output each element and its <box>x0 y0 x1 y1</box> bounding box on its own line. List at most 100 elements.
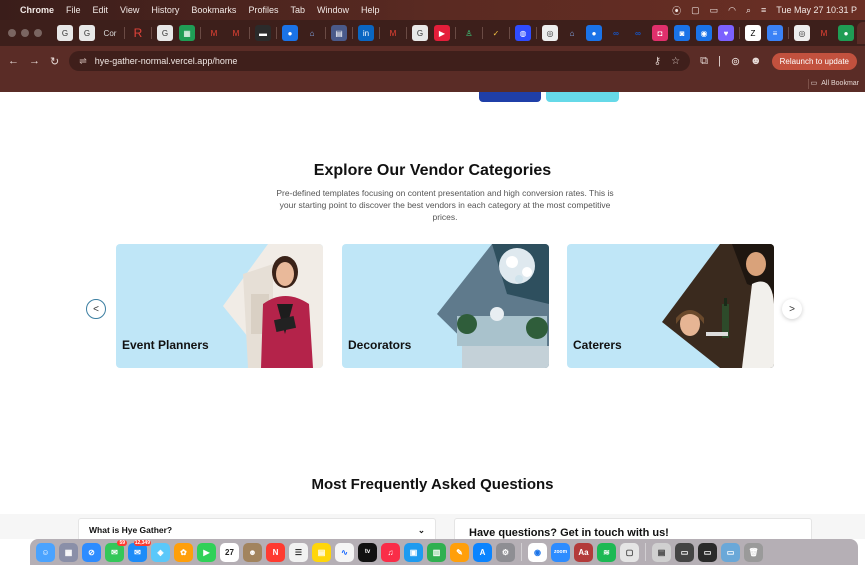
close-window-button[interactable] <box>8 29 16 37</box>
tab-instagram-icon[interactable]: ◘ <box>652 25 668 41</box>
wifi-icon[interactable]: ◠ <box>728 5 736 16</box>
relaunch-update-button[interactable]: Relaunch to update <box>771 52 857 70</box>
spotify-icon[interactable]: ≋ <box>597 542 616 562</box>
profile-sync-icon[interactable]: ⊚ <box>731 55 740 68</box>
tab-home-icon[interactable]: ⌂ <box>564 25 580 41</box>
tab-site-icon[interactable]: ♥ <box>718 25 734 41</box>
menu-view[interactable]: View <box>120 5 139 15</box>
category-card-caterers[interactable]: Caterers <box>567 244 774 368</box>
photos-icon[interactable]: ✿ <box>174 542 193 562</box>
launchpad-icon[interactable]: ▦ <box>59 542 78 562</box>
menubar-clock[interactable]: Tue May 27 10:31 P <box>776 5 857 15</box>
tab-r-icon[interactable]: R <box>130 25 146 41</box>
trash-icon[interactable]: 🗑 <box>744 542 763 562</box>
tab-sheets-icon[interactable]: ▦ <box>179 25 195 41</box>
battery-icon[interactable]: ▭ <box>710 5 719 16</box>
tab-linkedin-icon[interactable]: in <box>358 25 374 41</box>
mail-icon[interactable]: ✉ 12,349 <box>128 539 151 562</box>
extensions-icon[interactable]: ⧉ <box>700 55 708 68</box>
zoom-window-button[interactable] <box>34 29 42 37</box>
tab-zotero-icon[interactable]: Z <box>745 25 761 41</box>
record-icon[interactable]: ⦿ <box>672 4 681 17</box>
tv-icon[interactable]: tv <box>358 542 377 562</box>
calendar-icon[interactable]: 27 <box>220 542 239 562</box>
contacts-icon[interactable]: ☻ <box>243 542 262 562</box>
menubar-app-name[interactable]: Chrome <box>20 5 54 15</box>
tab-google-icon[interactable]: G <box>157 25 173 41</box>
news-icon[interactable]: N <box>266 542 285 562</box>
tab-label[interactable]: Cor <box>101 25 119 41</box>
tab-gmail-icon[interactable]: M <box>816 25 832 41</box>
tab-site-icon[interactable]: ▤ <box>331 25 347 41</box>
downloads-icon[interactable]: ▤ <box>652 542 671 562</box>
category-card-decorators[interactable]: Decorators <box>342 244 549 368</box>
address-bar[interactable]: ⇌ hye-gather-normal.vercel.app/home ⚷ ☆ <box>69 51 691 71</box>
site-info-icon[interactable]: ⇌ <box>79 56 87 67</box>
menu-tab[interactable]: Tab <box>290 5 305 15</box>
tab-gmail-icon[interactable]: M <box>385 25 401 41</box>
tab-meta-icon[interactable]: ∞ <box>608 25 624 41</box>
finder-icon[interactable]: ☺ <box>36 542 55 562</box>
window-thumbnail-icon[interactable]: ▭ <box>721 542 740 562</box>
minimize-window-button[interactable] <box>21 29 29 37</box>
tab-site-icon[interactable]: ◙ <box>674 25 690 41</box>
tab-site-icon[interactable]: ◎ <box>794 25 810 41</box>
all-bookmarks-button[interactable]: ▭ All Bookmar <box>811 79 859 88</box>
hero-secondary-button[interactable] <box>546 92 619 102</box>
tab-folder-icon[interactable]: ▬ <box>255 25 271 41</box>
menu-edit[interactable]: Edit <box>93 5 109 15</box>
reload-icon[interactable]: ↻ <box>50 55 59 68</box>
keynote-icon[interactable]: ▣ <box>404 542 423 562</box>
window-icon[interactable]: ▢ <box>691 5 700 16</box>
tab-gmail-icon[interactable]: M <box>228 25 244 41</box>
maps-icon[interactable]: ◈ <box>151 542 170 562</box>
tab-site-icon[interactable]: ◎ <box>542 25 558 41</box>
faq-item[interactable]: What is Hye Gather? ⌄ <box>78 518 436 539</box>
tab-google-icon[interactable]: G <box>57 25 73 41</box>
bookmark-star-icon[interactable]: ☆ <box>671 56 680 67</box>
facetime-icon[interactable]: ▶ <box>197 542 216 562</box>
menu-file[interactable]: File <box>66 5 81 15</box>
menu-profiles[interactable]: Profiles <box>248 5 278 15</box>
tab-google-icon[interactable]: G <box>412 25 428 41</box>
chrome-icon[interactable]: ◉ <box>528 542 547 562</box>
back-icon[interactable]: ← <box>8 55 19 67</box>
window-thumbnail-icon[interactable]: ▭ <box>698 542 717 562</box>
tab-person-icon[interactable]: ♙ <box>461 25 477 41</box>
menu-help[interactable]: Help <box>361 5 380 15</box>
avatar[interactable]: ☻ <box>750 55 762 67</box>
tab-site-icon[interactable]: ● <box>282 25 298 41</box>
active-tab[interactable]: × <box>857 22 865 44</box>
messages-icon[interactable]: ✉ 59 <box>105 539 127 562</box>
forward-icon[interactable]: → <box>29 55 40 67</box>
music-icon[interactable]: ♫ <box>381 542 400 562</box>
tab-docs-icon[interactable]: ≡ <box>767 25 783 41</box>
app-store-icon[interactable]: A <box>473 542 492 562</box>
carousel-prev-button[interactable]: < <box>86 299 106 319</box>
notes-icon[interactable]: ▤ <box>312 542 331 562</box>
numbers-icon[interactable]: ▥ <box>427 542 446 562</box>
dictionary-icon[interactable]: Aa <box>574 542 593 562</box>
reminders-icon[interactable]: ☰ <box>289 542 308 562</box>
tab-site-icon[interactable]: ◍ <box>515 25 531 41</box>
menu-history[interactable]: History <box>151 5 179 15</box>
tab-site-icon[interactable]: ◉ <box>696 25 712 41</box>
hero-primary-button[interactable] <box>479 92 541 102</box>
tab-home-icon[interactable]: ⌂ <box>304 25 320 41</box>
zoom-icon[interactable]: zoom <box>551 542 570 562</box>
tab-check-icon[interactable]: ✓ <box>488 25 504 41</box>
tab-gmail-icon[interactable]: M <box>206 25 222 41</box>
tab-youtube-icon[interactable]: ▶ <box>434 25 450 41</box>
menu-bookmarks[interactable]: Bookmarks <box>191 5 236 15</box>
tab-google-icon[interactable]: G <box>79 25 95 41</box>
system-settings-icon[interactable]: ⚙ <box>496 542 515 562</box>
freeform-icon[interactable]: ∿ <box>335 542 354 562</box>
address-url[interactable]: hye-gather-normal.vercel.app/home <box>95 56 238 66</box>
window-thumbnail-icon[interactable]: ▭ <box>675 542 694 562</box>
control-center-icon[interactable]: ≡ <box>761 5 766 15</box>
password-key-icon[interactable]: ⚷ <box>654 56 661 67</box>
safari-icon[interactable]: ⊘ <box>82 542 101 562</box>
pages-icon[interactable]: ✎ <box>450 542 469 562</box>
preview-icon[interactable]: ▢ <box>620 542 639 562</box>
tab-site-icon[interactable]: ● <box>838 25 854 41</box>
